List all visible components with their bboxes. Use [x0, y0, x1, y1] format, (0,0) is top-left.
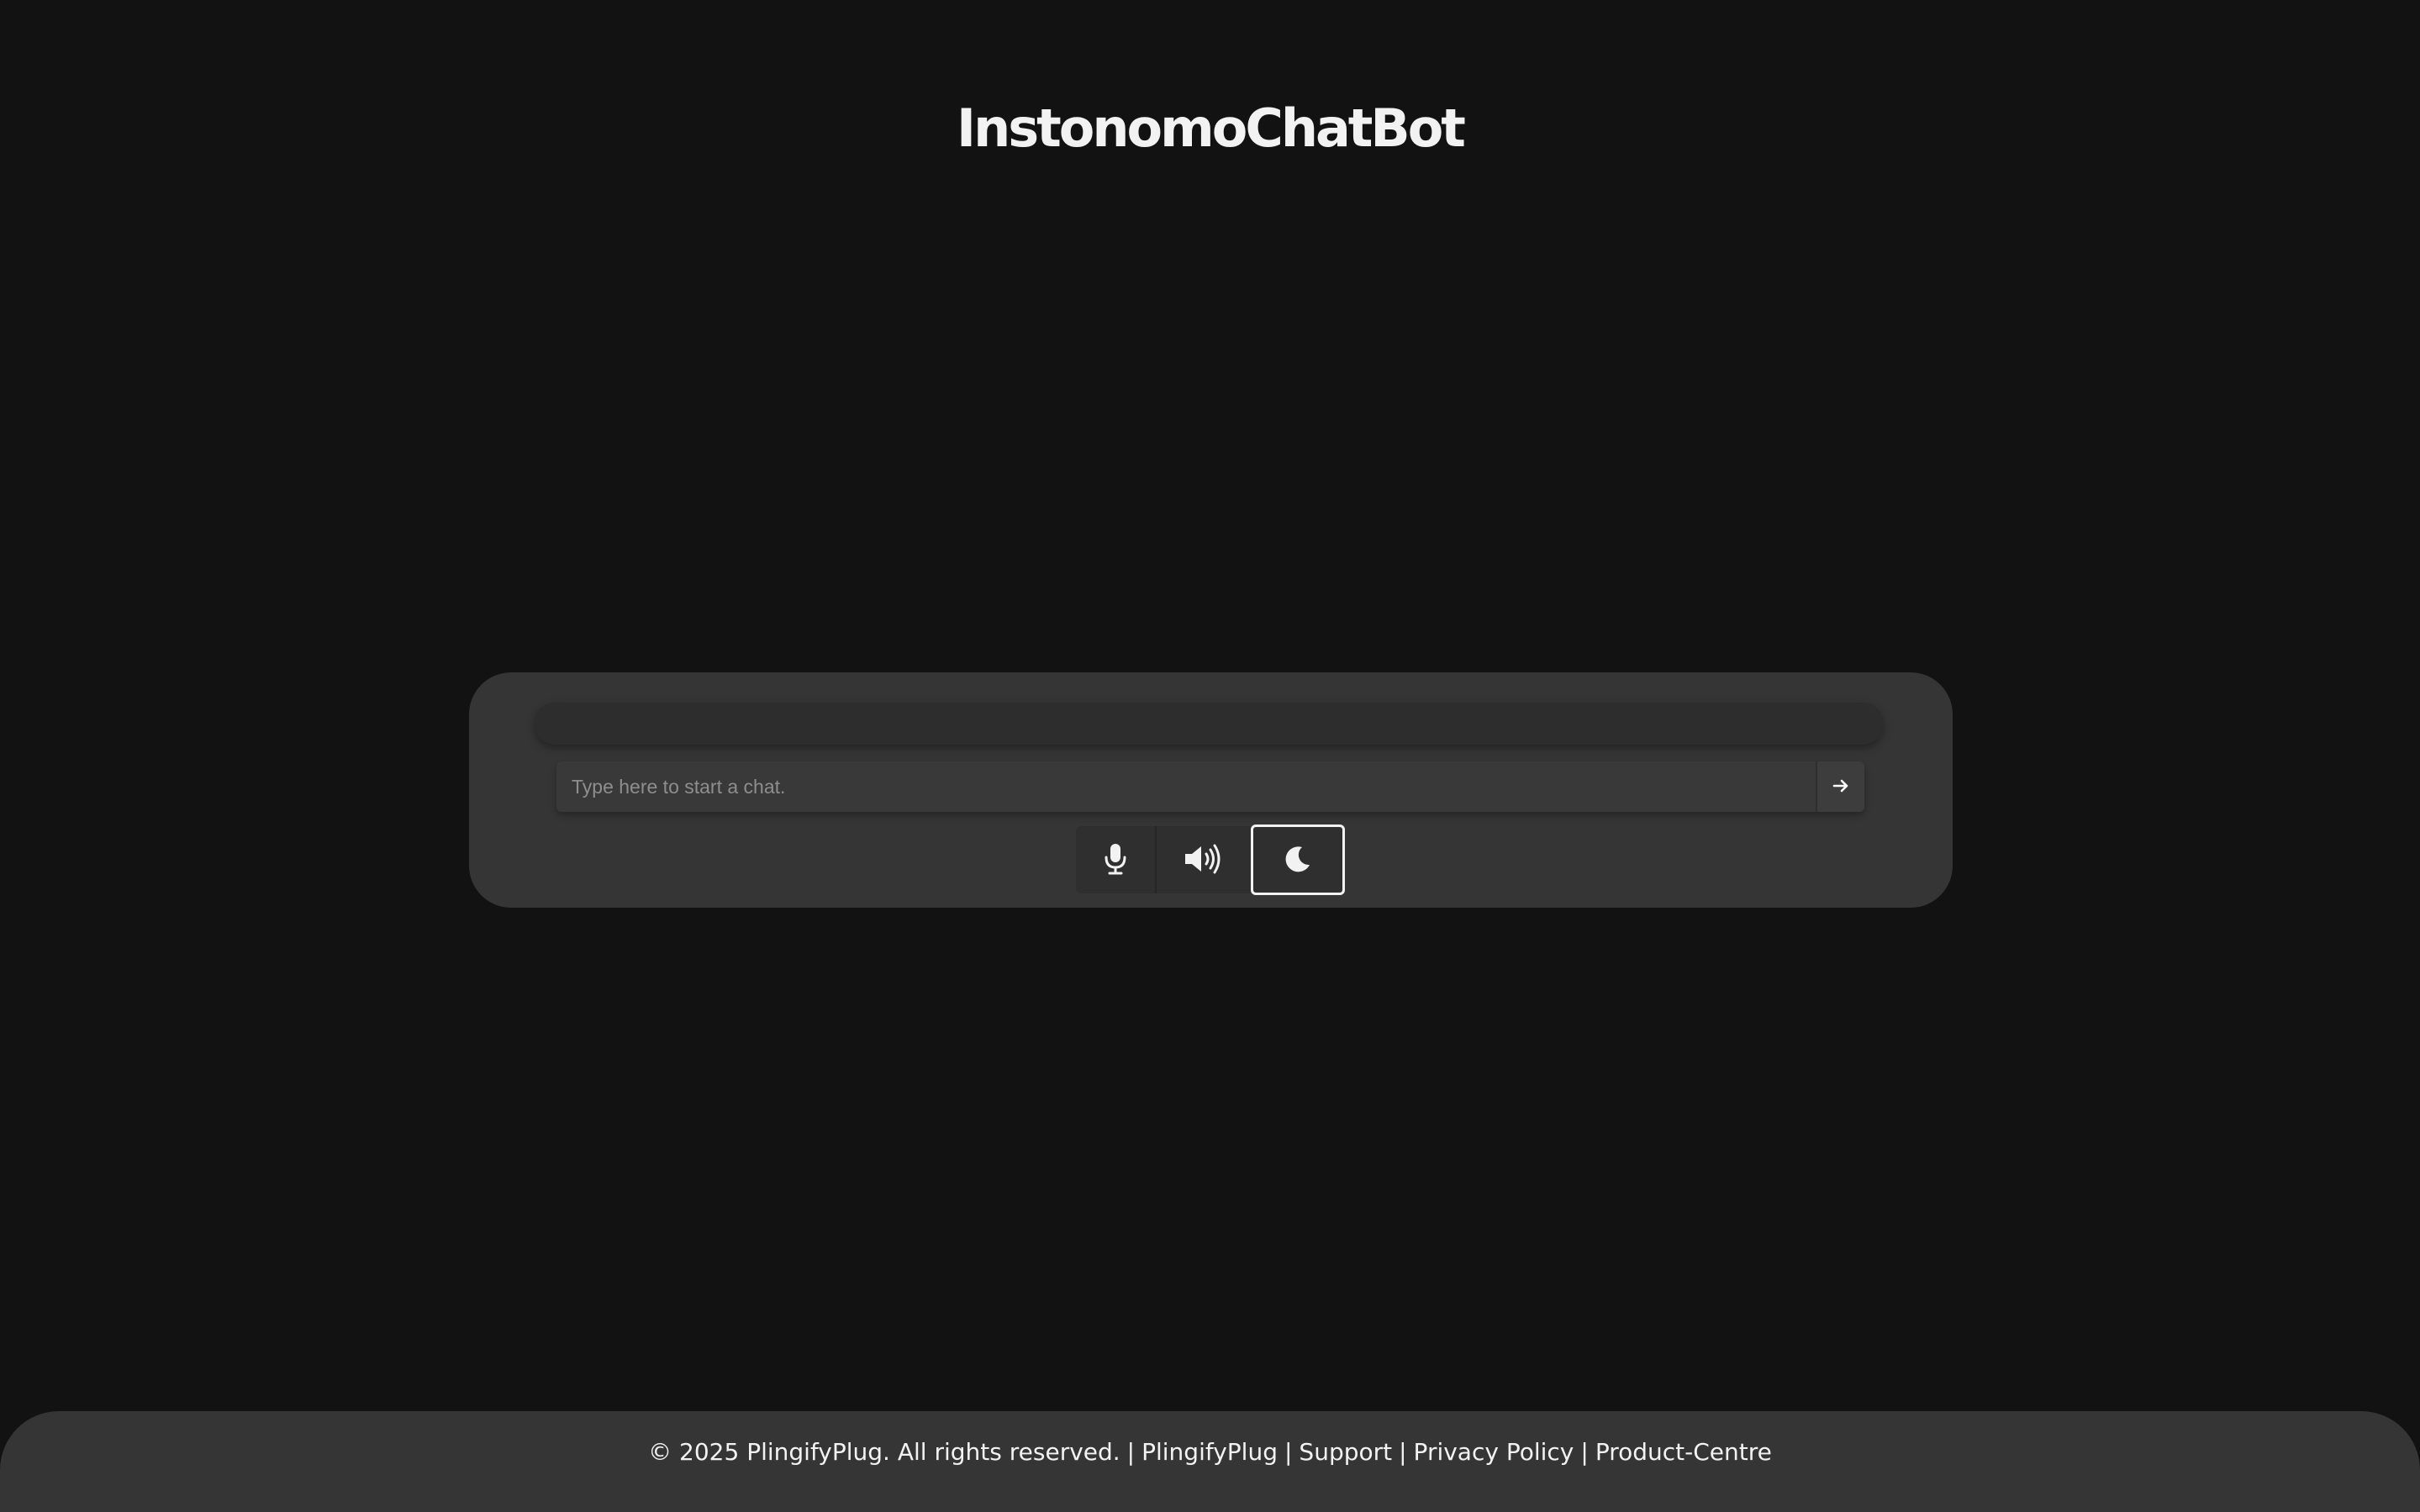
speaker-button[interactable]: [1157, 826, 1251, 893]
chat-input[interactable]: [556, 761, 1816, 812]
page: InstonomoChatBot Type here to start a ch…: [0, 0, 2420, 1512]
copyright-text: © 2025 PlingifyPlug. All rights reserved…: [648, 1437, 1120, 1466]
footer-separator: |: [1284, 1437, 1293, 1466]
footer-link-privacy-policy[interactable]: Privacy Policy: [1414, 1438, 1574, 1466]
voice-controls: [1076, 824, 1345, 895]
speaker-icon: [1183, 842, 1225, 878]
footer-link-product-centre[interactable]: Product-Centre: [1595, 1438, 1772, 1466]
microphone-icon: [1104, 842, 1127, 878]
footer: © 2025 PlingifyPlug. All rights reserved…: [0, 1411, 2420, 1512]
footer-link-plingifyplug[interactable]: PlingifyPlug: [1141, 1438, 1278, 1466]
chat-input-row: [556, 761, 1864, 812]
theme-toggle-button[interactable]: [1251, 824, 1345, 895]
moon-icon: [1284, 845, 1312, 876]
footer-link-support[interactable]: Support: [1299, 1438, 1392, 1466]
chat-history: [535, 703, 1883, 745]
send-button[interactable]: [1816, 761, 1864, 812]
footer-separator: |: [1580, 1437, 1589, 1466]
footer-text: © 2025 PlingifyPlug. All rights reserved…: [648, 1438, 1772, 1466]
arrow-right-icon: [1832, 777, 1850, 798]
microphone-button[interactable]: [1076, 826, 1157, 893]
logo: InstonomoChatBot: [957, 97, 1466, 159]
chat-panel: [469, 672, 1953, 908]
footer-separator: |: [1399, 1437, 1407, 1466]
footer-separator: |: [1126, 1437, 1136, 1466]
